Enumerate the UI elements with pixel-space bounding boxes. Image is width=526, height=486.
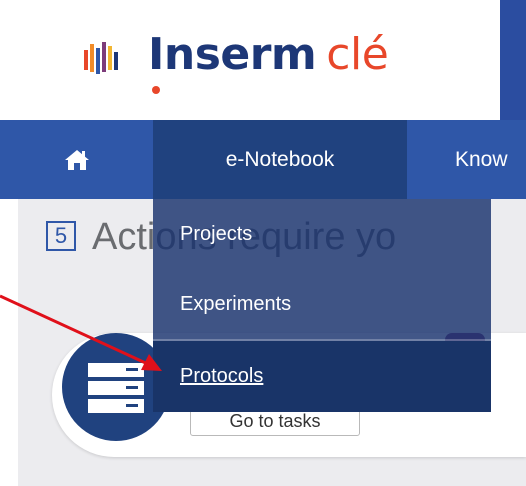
annotation-arrow-icon: [0, 294, 162, 371]
